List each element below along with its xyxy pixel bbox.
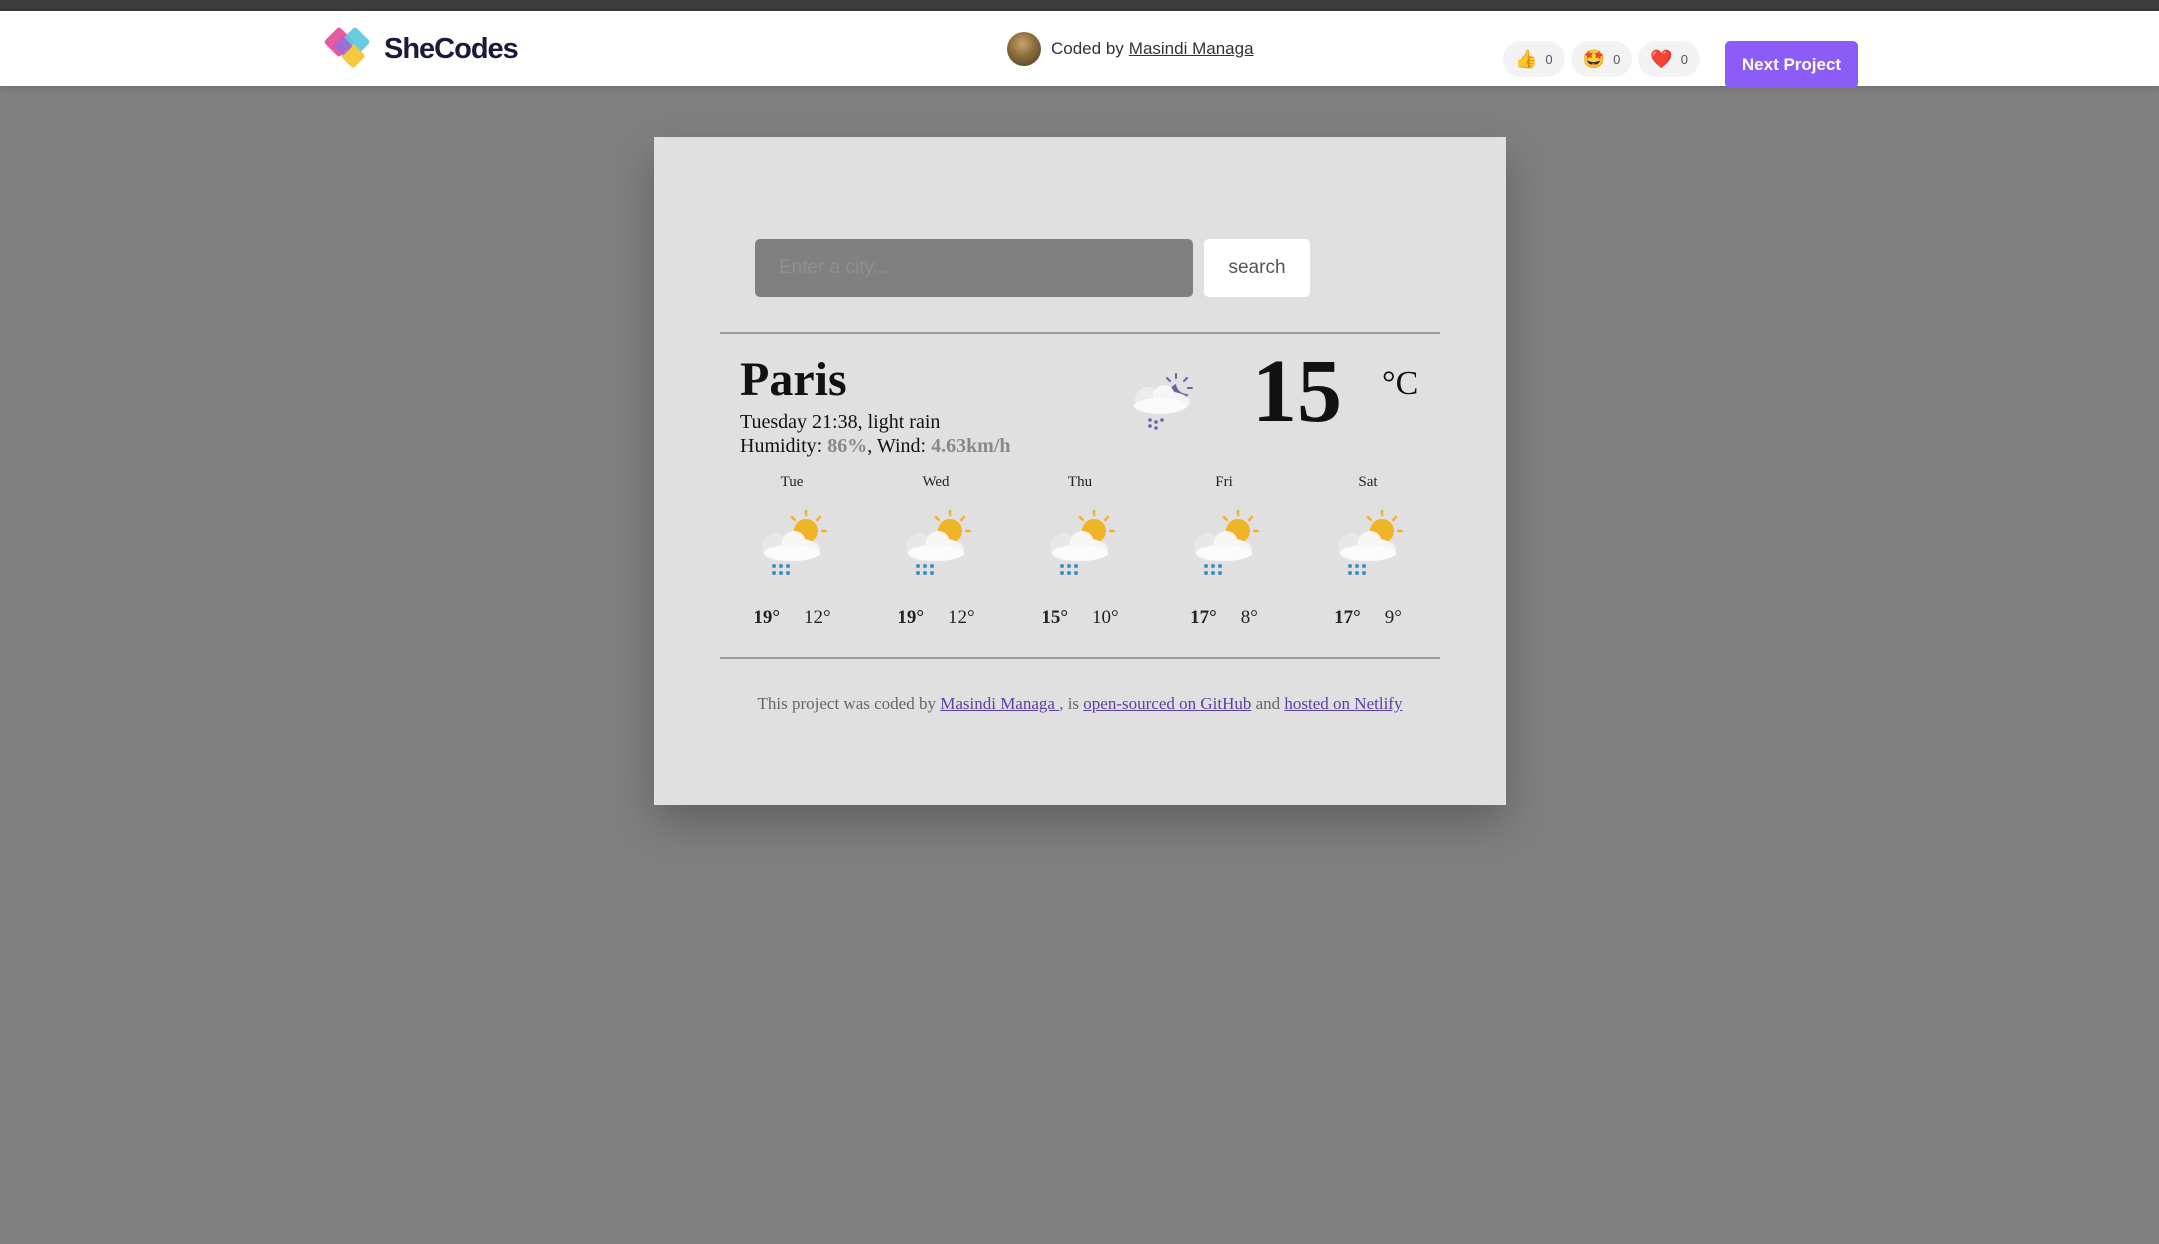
reaction-count: 0	[1613, 51, 1621, 67]
star-struck-icon: 🤩	[1582, 49, 1606, 69]
author-link[interactable]: Masindi Managa	[1129, 39, 1254, 59]
forecast-temps: 15° 10°	[1008, 607, 1152, 629]
reaction-heart[interactable]: ❤️ 0	[1638, 41, 1700, 77]
browser-top-strip	[0, 0, 2159, 11]
forecast-min: 10°	[1092, 607, 1119, 628]
thumbs-up-icon: 👍	[1515, 49, 1538, 69]
footer-author-link[interactable]: Masindi Managa	[940, 694, 1059, 713]
forecast-day: Fri 17° 8°	[1152, 474, 1296, 629]
forecast-min: 9°	[1384, 607, 1402, 628]
wind-value: 4.63km/h	[931, 435, 1011, 457]
forecast-min: 12°	[804, 607, 831, 628]
sun-cloud-rain-icon	[1192, 509, 1260, 577]
shecodes-logo[interactable]: SheCodes	[322, 21, 519, 77]
shecodes-logo-icon	[324, 27, 370, 68]
forecast-min: 8°	[1240, 607, 1258, 628]
forecast-max: 17°	[1334, 607, 1361, 628]
footer-text: and	[1251, 694, 1285, 713]
wind-label: , Wind:	[867, 435, 932, 457]
forecast-day-name: Wed	[922, 474, 950, 490]
forecast-temps: 19° 12°	[720, 607, 864, 629]
reaction-thumbs-up[interactable]: 👍 0	[1503, 41, 1565, 77]
reactions: 👍 0 🤩 0 ❤️ 0	[1503, 41, 1700, 77]
forecast-day-name: Tue	[780, 474, 804, 490]
github-link[interactable]: open-sourced on GitHub	[1083, 694, 1251, 713]
divider	[720, 657, 1440, 659]
sun-cloud-rain-icon	[1048, 509, 1116, 577]
forecast-temps: 19° 12°	[864, 607, 1008, 629]
forecast-day: Wed 19° 12°	[864, 474, 1008, 629]
divider	[720, 332, 1440, 334]
reaction-count: 0	[1545, 51, 1553, 67]
reaction-count: 0	[1680, 51, 1688, 67]
sun-cloud-rain-icon	[1336, 509, 1404, 577]
forecast-day: Sat 17° 9°	[1296, 474, 1440, 629]
forecast: Tue 19° 12° Wed 19° 12° Thu 15° 10° Fri 17°…	[720, 474, 1440, 644]
footer-text: , is	[1059, 694, 1084, 713]
logo-text: SheCodes	[384, 32, 519, 65]
coded-by: Coded by Masindi Managa	[1007, 31, 1254, 67]
forecast-max: 15°	[1041, 607, 1068, 628]
forecast-day: Tue 19° 12°	[720, 474, 864, 629]
forecast-day-name: Fri	[1215, 474, 1233, 490]
humidity-label: Humidity:	[740, 435, 828, 457]
coded-by-label: Coded by	[1051, 39, 1124, 58]
humidity-wind: Humidity: 86%, Wind: 4.63km/h	[740, 434, 1011, 458]
footer: This project was coded by Masindi Managa…	[720, 693, 1440, 715]
forecast-day-name: Sat	[1358, 474, 1378, 490]
forecast-max: 19°	[753, 607, 780, 628]
sun-cloud-rain-icon	[904, 509, 972, 577]
search-button[interactable]: search	[1204, 239, 1310, 297]
reaction-star-struck[interactable]: 🤩 0	[1570, 41, 1633, 77]
sun-cloud-rain-icon	[760, 509, 828, 577]
temperature-unit[interactable]: °C	[1382, 365, 1418, 403]
city-name: Paris	[740, 353, 847, 406]
forecast-max: 19°	[897, 607, 924, 628]
next-project-button[interactable]: Next Project	[1725, 41, 1858, 88]
forecast-temps: 17° 8°	[1152, 607, 1296, 629]
forecast-day: Thu 15° 10°	[1008, 474, 1152, 629]
weather-card: search Paris Tuesday 21:38, light rain H…	[654, 137, 1506, 805]
heart-icon: ❤️	[1650, 49, 1673, 69]
forecast-min: 12°	[948, 607, 975, 628]
footer-text: This project was coded by	[757, 694, 941, 713]
forecast-temps: 17° 9°	[1296, 607, 1440, 629]
forecast-max: 17°	[1190, 607, 1217, 628]
netlify-link[interactable]: hosted on Netlify	[1284, 694, 1402, 713]
humidity-value: 86%	[827, 435, 868, 457]
weather-description: Tuesday 21:38, light rain Humidity: 86%,…	[740, 410, 1011, 458]
current-temperature: 15	[1252, 342, 1342, 441]
city-search-input[interactable]	[755, 239, 1193, 297]
forecast-day-name: Thu	[1067, 474, 1093, 490]
navbar: SheCodes Coded by Masindi Managa 👍 0 🤩 0…	[0, 11, 2159, 88]
avatar	[1007, 32, 1041, 66]
night-rain-cloud-icon	[1134, 373, 1193, 430]
datetime-description: Tuesday 21:38, light rain	[740, 411, 941, 433]
